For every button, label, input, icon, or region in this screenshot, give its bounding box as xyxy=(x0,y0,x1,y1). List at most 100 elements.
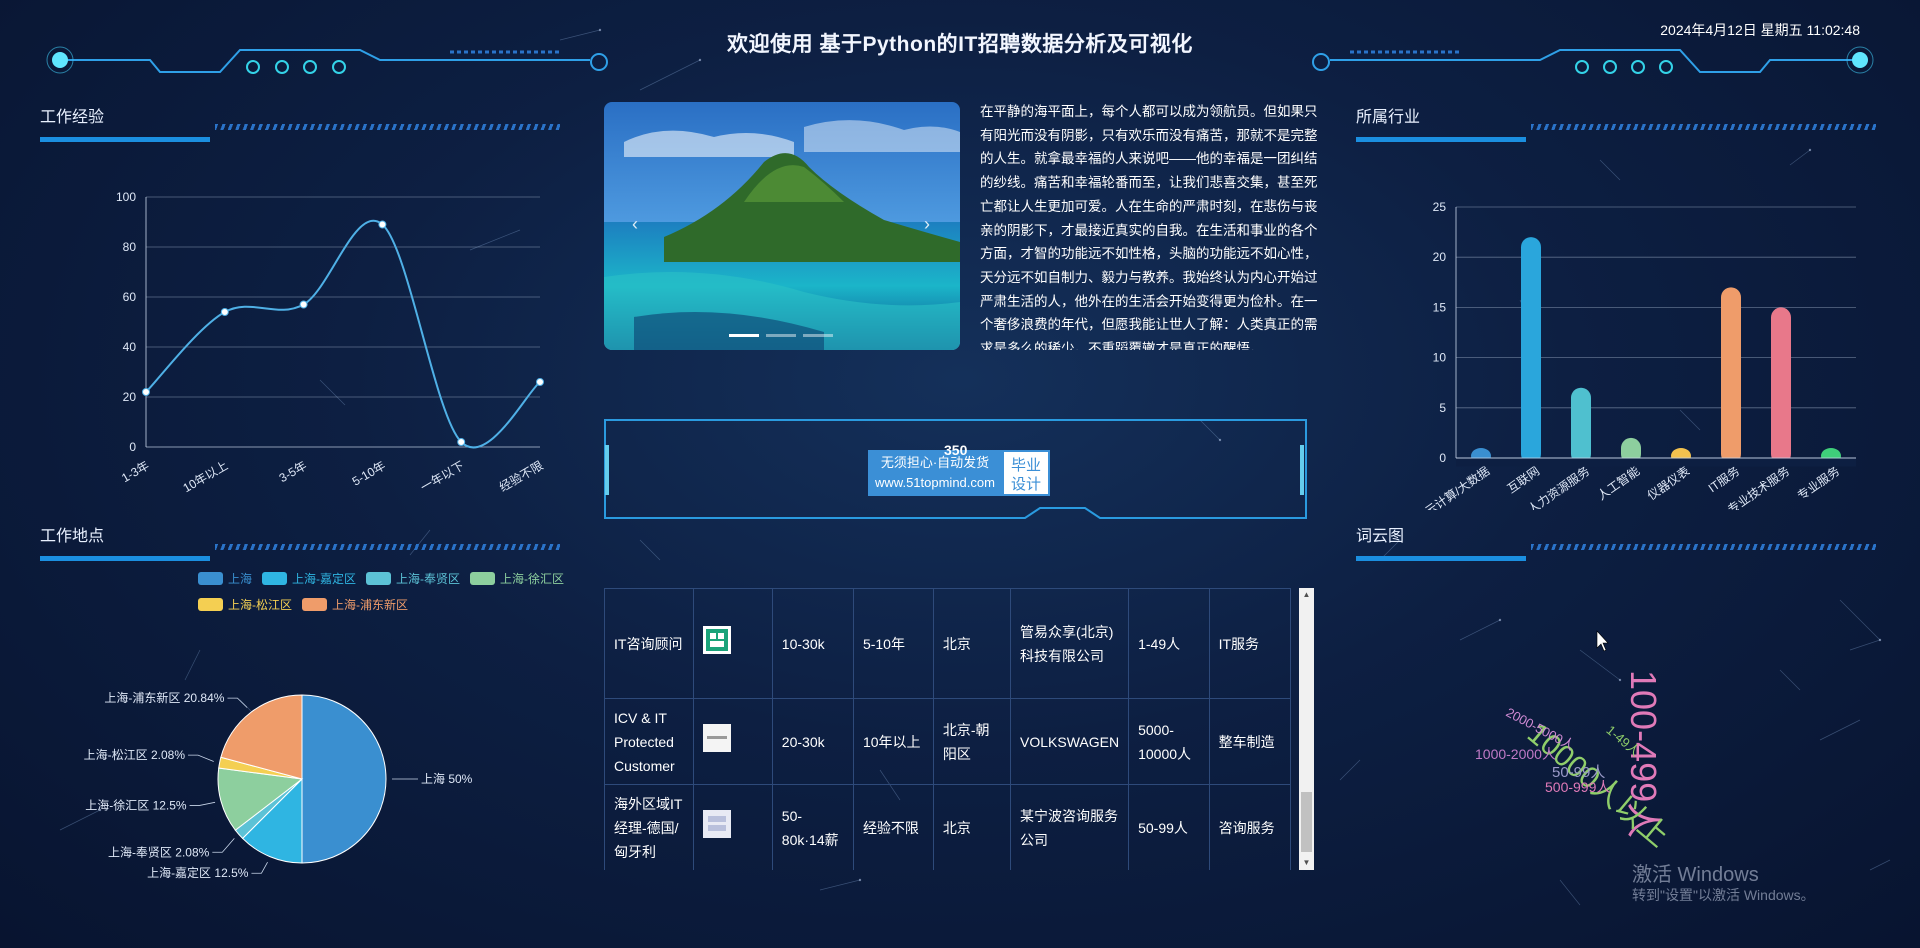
legend-item[interactable]: 上海-嘉定区 xyxy=(262,570,356,587)
pie-label: 上海 50% xyxy=(421,771,473,786)
company-logo-icon xyxy=(703,626,732,654)
y-tick-label: 40 xyxy=(123,340,137,354)
legend-item[interactable]: 上海-浦东新区 xyxy=(302,596,408,613)
scroll-down-arrow[interactable]: ▼ xyxy=(1299,856,1314,870)
table-cell: 某宁波咨询服务公司 xyxy=(1010,784,1130,870)
x-tick-label: 5-10年 xyxy=(350,458,388,488)
x-tick-label: 专业服务 xyxy=(1794,463,1842,503)
job-table: IT咨询顾问 10-30k 5-10年 北京 管易众享(北京)科技有限公司 1-49人 IT… xyxy=(604,588,1292,870)
y-tick-label: 15 xyxy=(1433,300,1447,314)
x-tick-label: 人工智能 xyxy=(1594,463,1642,503)
scroll-thumb[interactable] xyxy=(1301,792,1312,852)
table-cell: 5-10年 xyxy=(852,588,934,699)
y-tick-label: 80 xyxy=(123,240,137,254)
company-logo-icon xyxy=(703,810,732,838)
table-cell xyxy=(693,588,773,699)
badge-right2: 设计 xyxy=(1010,476,1041,493)
legend-label: 上海 xyxy=(228,572,253,586)
panel-hatch-decoration xyxy=(1531,124,1876,130)
legend-swatch xyxy=(366,572,392,585)
header-decoration-left xyxy=(60,49,590,73)
data-point xyxy=(378,220,387,229)
scroll-up-arrow[interactable]: ▲ xyxy=(1299,588,1314,602)
carousel-dot-2[interactable] xyxy=(766,334,796,337)
legend-item[interactable]: 上海 xyxy=(198,570,252,587)
y-tick-label: 0 xyxy=(1439,451,1446,465)
windows-watermark-subtitle: 转到"设置"以激活 Windows。 xyxy=(1632,887,1815,903)
legend-item[interactable]: 上海-奉贤区 xyxy=(366,570,460,587)
page-title: 欢迎使用 基于Python的IT招聘数据分析及可视化 xyxy=(727,33,1193,56)
y-tick-label: 25 xyxy=(1433,200,1447,214)
panel-title-industry: 所属行业 xyxy=(1356,109,1421,126)
data-point xyxy=(220,308,229,316)
table-row[interactable]: IT咨询顾问 10-30k 5-10年 北京 管易众享(北京)科技有限公司 1-49人 IT… xyxy=(604,588,1292,699)
carousel-dot-1[interactable] xyxy=(729,334,759,337)
table-cell: 管易众享(北京)科技有限公司 xyxy=(1010,588,1130,699)
y-tick-label: 20 xyxy=(123,390,137,404)
y-tick-label: 5 xyxy=(1439,401,1446,415)
badge-line1: 无须担心·自动发货 xyxy=(880,455,990,470)
x-tick-label: 10年以上 xyxy=(181,458,231,495)
x-tick-label: 仪器仪表 xyxy=(1645,464,1692,503)
table-row[interactable]: ICV & IT Protected Customer 20-30k 10年以上 北京… xyxy=(604,698,1292,785)
company-logo-icon xyxy=(703,724,732,752)
table-scrollbar[interactable]: ▲ ▼ xyxy=(1299,588,1314,870)
table-cell: 北京 xyxy=(932,784,1012,870)
pie-label: 上海-奉贤区 2.08% xyxy=(108,844,210,859)
y-tick-label: 60 xyxy=(123,290,137,304)
x-tick-label: IT服务 xyxy=(1705,463,1742,495)
word-cloud-word[interactable]: 500-999人 xyxy=(1545,777,1610,797)
pie-legend: 上海 上海-嘉定区 上海-奉贤区 上海-徐汇区 上海-松江区 上海-浦东新区 xyxy=(198,570,578,613)
panel-underline xyxy=(1356,137,1526,142)
pie-label: 上海-徐汇区 12.5% xyxy=(85,797,187,812)
table-cell: 5000-10000人 xyxy=(1128,698,1210,785)
table-cell: VOLKSWAGEN xyxy=(1010,698,1130,785)
carousel-next-button[interactable]: › xyxy=(924,214,930,235)
x-tick-label: 1-3年 xyxy=(119,458,151,485)
series-line xyxy=(145,220,541,449)
panel-hatch-decoration xyxy=(215,124,560,130)
legend-item[interactable]: 上海-徐汇区 xyxy=(470,570,564,587)
table-row[interactable]: 海外区域IT经理-德国/匈牙利 50-80k·14薪 经验不限 北京 某宁波咨询服务公司… xyxy=(604,784,1292,870)
pie-slice xyxy=(301,694,387,864)
table-cell: 10-30k xyxy=(771,588,854,699)
data-point xyxy=(457,438,466,446)
panel-underline xyxy=(40,556,210,561)
image-carousel[interactable]: ‹ › xyxy=(604,102,960,350)
x-tick-label: 互联网 xyxy=(1505,464,1543,496)
pie-label-line xyxy=(212,838,235,853)
legend-swatch xyxy=(198,572,223,585)
bar xyxy=(1771,307,1791,464)
bar xyxy=(1571,387,1591,464)
legend-swatch xyxy=(302,598,327,611)
y-tick-label: 10 xyxy=(1433,351,1447,365)
word-cloud-word[interactable]: 1000-2000人 xyxy=(1475,744,1556,764)
data-point xyxy=(536,378,544,386)
experience-line-chart: 0 20 40 60 80 100 1-3年 10年以上 3-5年 5-10年 一年以下 经验不限 xyxy=(116,190,546,495)
x-tick-label: 经验不限 xyxy=(496,458,545,495)
table-cell: 10年以上 xyxy=(852,698,934,785)
table-cell: IT咨询顾问 xyxy=(604,588,695,699)
carousel-prev-button[interactable]: ‹ xyxy=(632,214,638,235)
table-cell: 咨询服务 xyxy=(1208,784,1292,870)
badge-hidden-count: 350 xyxy=(944,442,968,458)
legend-item[interactable]: 上海-松江区 xyxy=(198,596,292,613)
table-cell: 经验不限 xyxy=(852,784,934,870)
location-pie-chart: 上海 50% 上海-嘉定区 12.5% 上海-奉贤区 2.08% 上海-徐汇区 12.… xyxy=(84,690,473,880)
x-tick-label: 一年以下 xyxy=(418,458,467,494)
carousel-dot-3[interactable] xyxy=(803,334,833,337)
panel-title-experience: 工作经验 xyxy=(40,109,105,126)
legend-label: 上海-浦东新区 xyxy=(332,598,408,612)
table-cell: 1-49人 xyxy=(1128,588,1210,699)
legend-label: 上海-嘉定区 xyxy=(292,572,357,586)
panel-underline xyxy=(1356,556,1526,561)
table-cell: 北京-朝阳区 xyxy=(932,698,1012,785)
pie-label-line xyxy=(251,861,268,874)
job-table-container[interactable]: IT咨询顾问 10-30k 5-10年 北京 管易众享(北京)科技有限公司 1-49人 IT… xyxy=(604,588,1316,870)
datetime-display: 2024年4月12日 星期五 11:02:48 xyxy=(1660,22,1860,38)
panel-title-wordcloud: 词云图 xyxy=(1356,528,1405,545)
pie-label-line xyxy=(227,697,248,708)
word-cloud: 100-499人 10000人以上 1-49人 2000-5000人 1000-2000… xyxy=(1450,670,1770,860)
island-photo xyxy=(604,102,960,350)
legend-swatch xyxy=(262,572,288,585)
